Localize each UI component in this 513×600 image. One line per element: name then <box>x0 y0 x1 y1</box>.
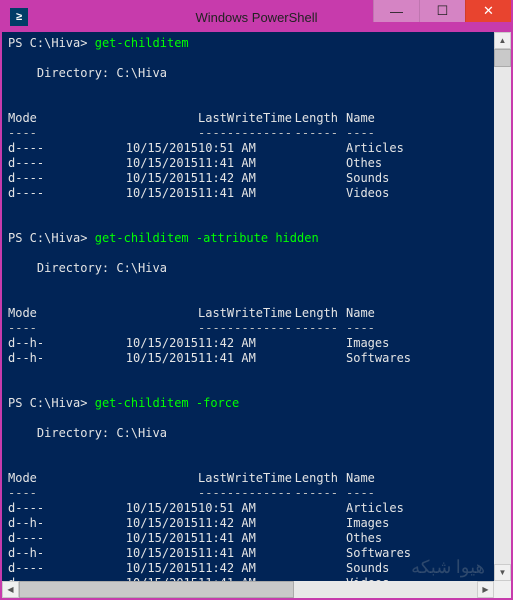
vertical-scrollbar[interactable]: ▲ ▼ <box>494 32 511 581</box>
terminal-output[interactable]: PS C:\Hiva> get-childitem Directory: C:\… <box>2 32 494 581</box>
terminal-area: PS C:\Hiva> get-childitem Directory: C:\… <box>2 32 511 581</box>
minimize-button[interactable]: — <box>373 0 419 22</box>
scroll-track-v[interactable] <box>494 49 511 564</box>
scroll-left-button[interactable]: ◀ <box>2 581 19 598</box>
scroll-track-h[interactable] <box>19 581 477 598</box>
horizontal-scrollbar[interactable]: ◀ ▶ <box>2 581 494 598</box>
powershell-window: ≥ Windows PowerShell — ☐ ✕ PS C:\Hiva> g… <box>0 0 513 600</box>
close-button[interactable]: ✕ <box>465 0 511 22</box>
scroll-thumb-h[interactable] <box>19 581 294 598</box>
powershell-icon: ≥ <box>10 8 28 26</box>
scroll-corner <box>494 581 511 598</box>
titlebar[interactable]: ≥ Windows PowerShell — ☐ ✕ <box>2 2 511 32</box>
scroll-down-button[interactable]: ▼ <box>494 564 511 581</box>
window-controls: — ☐ ✕ <box>373 2 511 32</box>
maximize-button[interactable]: ☐ <box>419 0 465 22</box>
scroll-thumb-v[interactable] <box>494 49 511 67</box>
scroll-up-button[interactable]: ▲ <box>494 32 511 49</box>
bottom-scroll-row: ◀ ▶ <box>2 581 511 598</box>
scroll-right-button[interactable]: ▶ <box>477 581 494 598</box>
